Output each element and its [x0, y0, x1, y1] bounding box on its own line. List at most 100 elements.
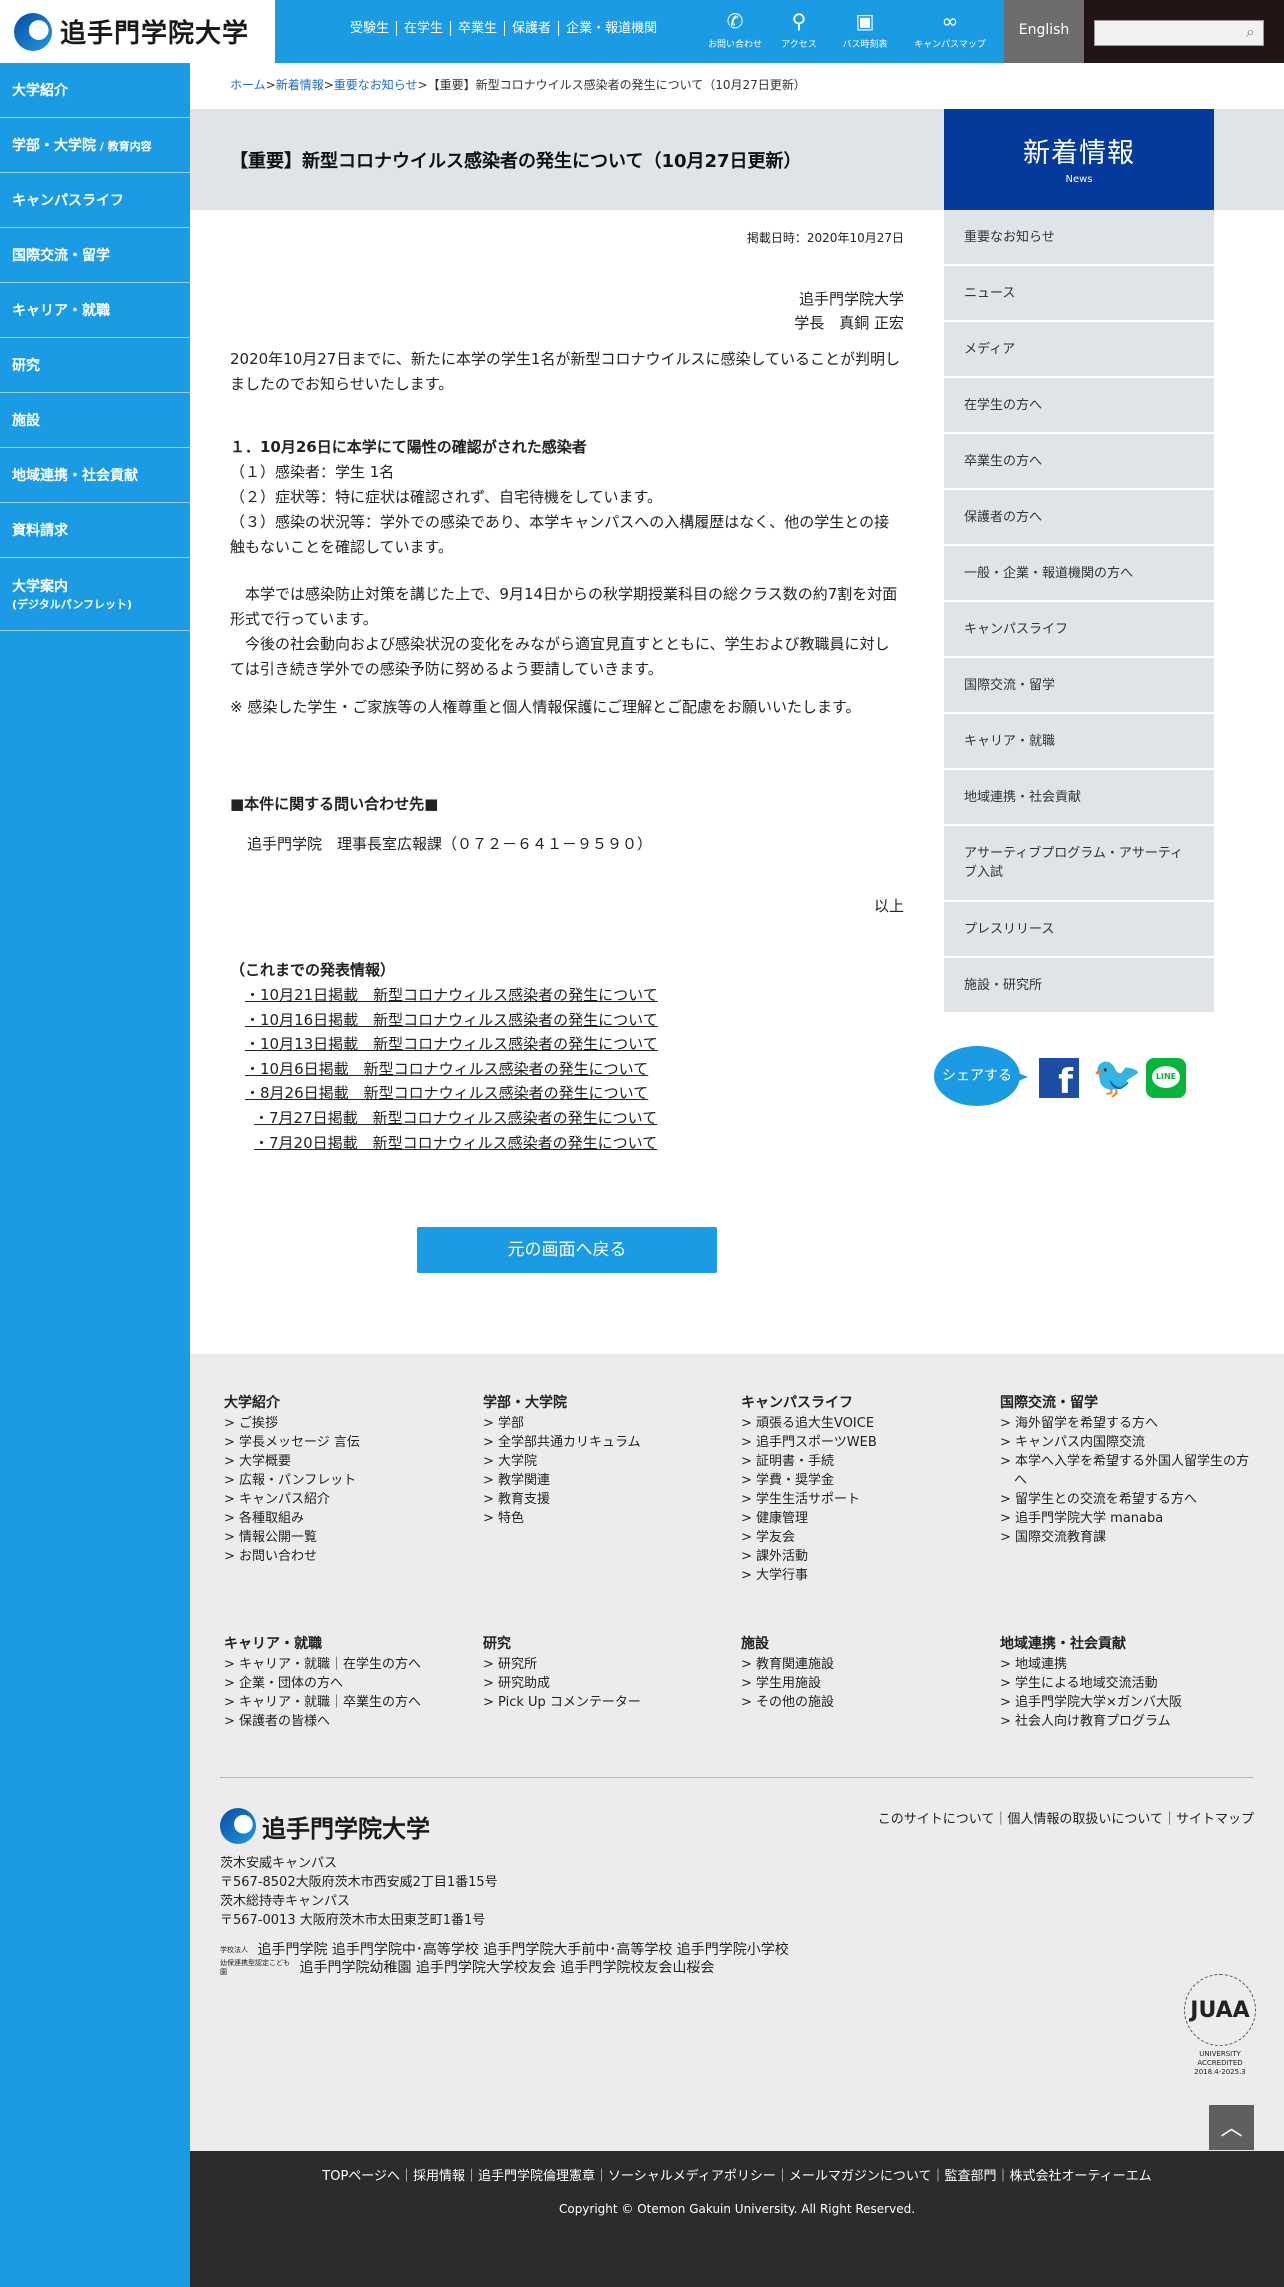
- group-schools-line[interactable]: 追手門学院幼稚園 追手門学院大学校友会 追手門学院校友会山桜会: [299, 1960, 714, 1976]
- previous-link[interactable]: ・8月26日掲載 新型コロナウィルス感染者の発生について: [245, 1081, 904, 1106]
- footer-link[interactable]: その他の施設: [741, 1693, 991, 1712]
- footer-link[interactable]: お問い合わせ: [224, 1547, 474, 1566]
- footer-link[interactable]: 学生による地域交流活動: [1000, 1674, 1250, 1693]
- left-nav-facilities[interactable]: 施設: [0, 393, 190, 448]
- previous-link[interactable]: ・7月27日掲載 新型コロナウィルス感染者の発生について: [245, 1106, 904, 1131]
- news-cat-important[interactable]: 重要なお知らせ: [944, 210, 1214, 266]
- news-cat-career[interactable]: キャリア・就職: [944, 714, 1214, 770]
- breadcrumb-important[interactable]: 重要なお知らせ: [334, 78, 418, 92]
- left-nav-research[interactable]: 研究: [0, 338, 190, 393]
- footer-link[interactable]: 研究所: [483, 1655, 733, 1674]
- footer-link[interactable]: 研究助成: [483, 1674, 733, 1693]
- news-cat-media[interactable]: メディア: [944, 322, 1214, 378]
- twitter-share-icon[interactable]: 🐦: [1092, 1058, 1142, 1098]
- footer-link[interactable]: 頑張る追大生VOICE: [741, 1414, 991, 1433]
- audience-link-students[interactable]: 在学生: [404, 21, 443, 36]
- footer-link[interactable]: 学費・奨学金: [741, 1471, 991, 1490]
- footer-link[interactable]: 学生生活サポート: [741, 1490, 991, 1509]
- footer-link[interactable]: 地域連携: [1000, 1655, 1250, 1674]
- footer-link[interactable]: 証明書・手続: [741, 1452, 991, 1471]
- footer-address: 茨木安威キャンパス 〒567-8502大阪府茨木市西安威2丁目1番15号 茨木総…: [220, 1854, 498, 1930]
- left-nav-career[interactable]: キャリア・就職: [0, 283, 190, 338]
- campus-map-link[interactable]: ∞ キャンパスマップ: [910, 8, 990, 50]
- left-nav-request-materials[interactable]: 資料請求: [0, 503, 190, 558]
- footer-link[interactable]: 国際交流教育課: [1000, 1528, 1250, 1547]
- footer-link[interactable]: 追手門スポーツWEB: [741, 1433, 991, 1452]
- footer-link[interactable]: 情報公開一覧: [224, 1528, 474, 1547]
- facebook-share-icon[interactable]: f: [1039, 1058, 1079, 1098]
- footer-link[interactable]: ご挨拶: [224, 1414, 474, 1433]
- breadcrumb-home[interactable]: ホーム: [230, 78, 266, 92]
- line-share-icon[interactable]: LINE: [1146, 1058, 1186, 1098]
- footer-link[interactable]: 企業・団体の方へ: [224, 1674, 474, 1693]
- news-cat-students[interactable]: 在学生の方へ: [944, 378, 1214, 434]
- footer-link[interactable]: キャリア・就職｜卒業生の方へ: [224, 1693, 474, 1712]
- left-nav-community[interactable]: 地域連携・社会貢献: [0, 448, 190, 503]
- footer-link[interactable]: キャリア・就職｜在学生の方へ: [224, 1655, 474, 1674]
- footer-link[interactable]: 海外留学を希望する方へ: [1000, 1414, 1250, 1433]
- news-cat-international[interactable]: 国際交流・留学: [944, 658, 1214, 714]
- news-cat-community[interactable]: 地域連携・社会貢献: [944, 770, 1214, 826]
- footer-link[interactable]: 教育支援: [483, 1490, 733, 1509]
- footer-logo[interactable]: 追手門学院大学: [220, 1808, 430, 1844]
- bottom-links[interactable]: TOPページへ｜採用情報｜追手門学院倫理憲章｜ソーシャルメディアポリシー｜メール…: [190, 2165, 1284, 2184]
- previous-link[interactable]: ・10月16日掲載 新型コロナウィルス感染者の発生について: [245, 1008, 904, 1033]
- footer-site-links[interactable]: このサイトについて｜個人情報の取扱いについて｜サイトマップ: [878, 1808, 1254, 1827]
- footer-link[interactable]: 学部: [483, 1414, 733, 1433]
- footer-link[interactable]: 留学生との交流を希望する方へ: [1000, 1490, 1250, 1509]
- left-nav-faculties[interactable]: 学部・大学院 / 教育内容: [0, 118, 190, 173]
- group-schools-line[interactable]: 追手門学院 追手門学院中･高等学校 追手門学院大手前中･高等学校 追手門学院小学…: [257, 1942, 788, 1958]
- news-cat-facilities[interactable]: 施設・研究所: [944, 958, 1214, 1014]
- audience-link-parents[interactable]: 保護者: [512, 21, 551, 36]
- footer-link[interactable]: 本学へ入学を希望する外国人留学生の方へ: [1000, 1452, 1250, 1490]
- footer-link[interactable]: 広報・パンフレット: [224, 1471, 474, 1490]
- previous-link[interactable]: ・10月13日掲載 新型コロナウィルス感染者の発生について: [245, 1032, 904, 1057]
- footer-link[interactable]: 特色: [483, 1509, 733, 1528]
- back-button[interactable]: 元の画面へ戻る: [417, 1227, 717, 1273]
- news-cat-campus-life[interactable]: キャンパスライフ: [944, 602, 1214, 658]
- footer-link[interactable]: 保護者の皆様へ: [224, 1712, 474, 1731]
- footer-link[interactable]: 各種取組み: [224, 1509, 474, 1528]
- footer-link[interactable]: 大学院: [483, 1452, 733, 1471]
- bus-timetable-link[interactable]: ▣ バス時刻表: [825, 8, 905, 50]
- footer-link[interactable]: 大学行事: [741, 1566, 991, 1585]
- bottom-bar: TOPページへ｜採用情報｜追手門学院倫理憲章｜ソーシャルメディアポリシー｜メール…: [190, 2151, 1284, 2287]
- previous-link[interactable]: ・7月20日掲載 新型コロナウィルス感染者の発生について: [245, 1131, 904, 1156]
- footer-link[interactable]: Pick Up コメンテーター: [483, 1693, 733, 1712]
- left-nav-about[interactable]: 大学紹介: [0, 63, 190, 118]
- previous-link[interactable]: ・10月6日掲載 新型コロナウィルス感染者の発生について: [245, 1057, 904, 1082]
- footer-link[interactable]: キャンパス内国際交流: [1000, 1433, 1250, 1452]
- footer-link[interactable]: 教学関連: [483, 1471, 733, 1490]
- footer-link[interactable]: 課外活動: [741, 1547, 991, 1566]
- news-cat-public[interactable]: 一般・企業・報道機関の方へ: [944, 546, 1214, 602]
- english-button[interactable]: English: [1004, 0, 1084, 63]
- search-icon[interactable]: ⌕: [1246, 22, 1255, 42]
- footer-link[interactable]: 学友会: [741, 1528, 991, 1547]
- news-cat-assertive[interactable]: アサーティブプログラム・アサーティブ入試: [944, 826, 1214, 902]
- audience-link-graduates[interactable]: 卒業生: [458, 21, 497, 36]
- news-cat-parents[interactable]: 保護者の方へ: [944, 490, 1214, 546]
- news-cat-press[interactable]: プレスリリース: [944, 902, 1214, 958]
- left-nav-international[interactable]: 国際交流・留学: [0, 228, 190, 283]
- audience-link-applicants[interactable]: 受験生: [350, 21, 389, 36]
- previous-link[interactable]: ・10月21日掲載 新型コロナウィルス感染者の発生について: [245, 983, 904, 1008]
- footer-link[interactable]: 追手門学院大学×ガンバ大阪: [1000, 1693, 1250, 1712]
- left-nav-campus-life[interactable]: キャンパスライフ: [0, 173, 190, 228]
- footer-link[interactable]: 学長メッセージ 言伝: [224, 1433, 474, 1452]
- footer-link[interactable]: キャンパス紹介: [224, 1490, 474, 1509]
- search-input[interactable]: [1094, 20, 1264, 46]
- news-cat-news[interactable]: ニュース: [944, 266, 1214, 322]
- footer-link[interactable]: 学生用施設: [741, 1674, 991, 1693]
- footer-link[interactable]: 追手門学院大学 manaba: [1000, 1509, 1250, 1528]
- footer-link[interactable]: 健康管理: [741, 1509, 991, 1528]
- breadcrumb-news[interactable]: 新着情報: [276, 78, 324, 92]
- footer-link[interactable]: 大学概要: [224, 1452, 474, 1471]
- footer-link[interactable]: 教育関連施設: [741, 1655, 991, 1674]
- site-logo[interactable]: 追手門学院大学: [0, 0, 275, 63]
- footer-link[interactable]: 全学部共通カリキュラム: [483, 1433, 733, 1452]
- back-to-top-button[interactable]: ︿: [1209, 2105, 1254, 2150]
- audience-link-companies[interactable]: 企業・報道機関: [566, 21, 657, 36]
- footer-link[interactable]: 社会人向け教育プログラム: [1000, 1712, 1250, 1731]
- left-nav-guide[interactable]: 大学案内 (デジタルパンフレット): [0, 558, 190, 631]
- news-cat-graduates[interactable]: 卒業生の方へ: [944, 434, 1214, 490]
